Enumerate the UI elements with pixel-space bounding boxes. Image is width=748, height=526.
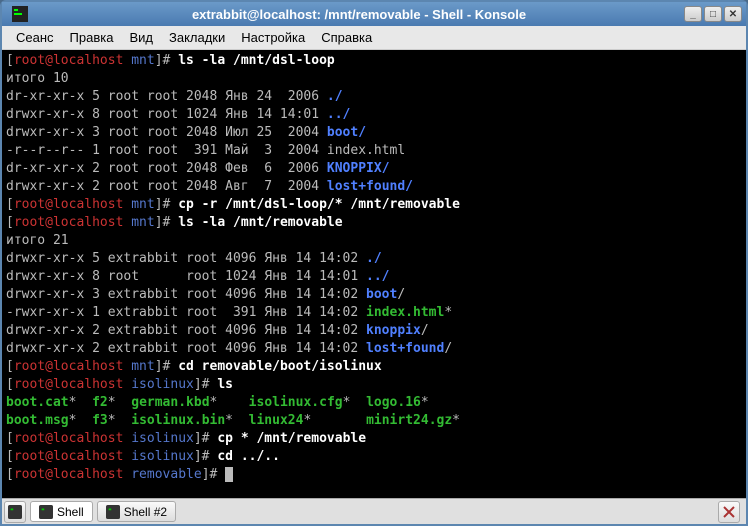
close-button[interactable]: ✕	[724, 6, 742, 22]
menu-session[interactable]: Сеанс	[8, 28, 62, 47]
menu-help[interactable]: Справка	[313, 28, 380, 47]
app-icon	[12, 6, 28, 22]
tab-label: Shell	[57, 505, 84, 519]
menubar: Сеанс Правка Вид Закладки Настройка Спра…	[2, 26, 746, 50]
tab-shell-1[interactable]: Shell	[30, 501, 93, 522]
menu-settings[interactable]: Настройка	[233, 28, 313, 47]
new-tab-button[interactable]	[4, 501, 26, 523]
terminal-icon	[39, 505, 53, 519]
konsole-window: extrabbit@localhost: /mnt/removable - Sh…	[0, 0, 748, 526]
window-controls: _ □ ✕	[684, 6, 742, 22]
terminal-icon	[106, 505, 120, 519]
tab-close-button[interactable]	[718, 501, 740, 523]
minimize-button[interactable]: _	[684, 6, 702, 22]
titlebar[interactable]: extrabbit@localhost: /mnt/removable - Sh…	[2, 2, 746, 26]
menu-edit[interactable]: Правка	[62, 28, 122, 47]
tab-shell-2[interactable]: Shell #2	[97, 501, 176, 522]
tab-label: Shell #2	[124, 505, 167, 519]
window-title: extrabbit@localhost: /mnt/removable - Sh…	[34, 7, 684, 22]
menu-bookmarks[interactable]: Закладки	[161, 28, 233, 47]
terminal-output[interactable]: [root@localhost mnt]# ls -la /mnt/dsl-lo…	[2, 50, 746, 498]
maximize-button[interactable]: □	[704, 6, 722, 22]
menu-view[interactable]: Вид	[121, 28, 161, 47]
tabbar: Shell Shell #2	[2, 498, 746, 524]
